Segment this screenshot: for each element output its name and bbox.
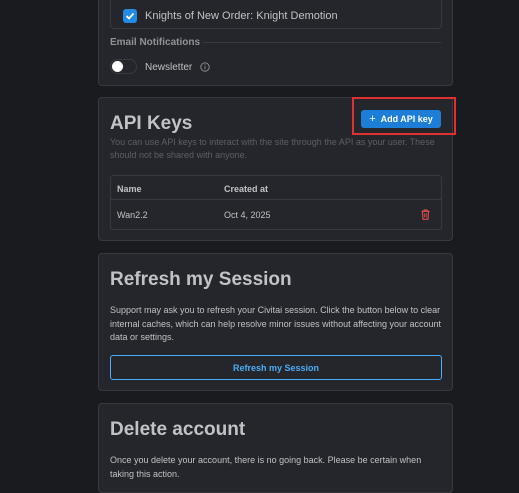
column-header-created-at: Created at xyxy=(224,184,269,194)
api-key-created-at: Oct 4, 2025 xyxy=(224,210,271,220)
notification-list: Knights of New Order: Knight Demotion xyxy=(110,0,442,29)
divider xyxy=(203,42,441,43)
newsletter-toggle[interactable] xyxy=(110,59,137,74)
notifications-card: Knights of New Order: Knight Demotion Em… xyxy=(98,0,453,86)
email-notifications-heading: Email Notifications xyxy=(110,37,201,48)
refresh-session-title: Refresh my Session xyxy=(110,269,292,290)
api-key-name: Wan2.2 xyxy=(117,210,148,220)
refresh-session-button[interactable]: Refresh my Session xyxy=(110,355,442,380)
check-icon xyxy=(125,12,135,20)
delete-account-card: Delete account Once you delete your acco… xyxy=(98,403,453,493)
refresh-session-description: Support may ask you to refresh your Civi… xyxy=(110,305,442,342)
api-keys-title: API Keys xyxy=(110,113,193,134)
knight-demotion-checkbox[interactable] xyxy=(123,9,137,23)
add-api-key-highlight xyxy=(352,97,456,135)
api-keys-description: You can use API keys to interact with th… xyxy=(110,137,435,160)
info-icon[interactable] xyxy=(200,62,210,72)
trash-icon[interactable] xyxy=(421,209,430,220)
column-header-name: Name xyxy=(117,184,142,194)
newsletter-label: Newsletter xyxy=(145,62,193,73)
table-divider xyxy=(111,199,441,200)
delete-account-description: Once you delete your account, there is n… xyxy=(110,455,422,479)
knight-demotion-label: Knights of New Order: Knight Demotion xyxy=(145,10,338,22)
refresh-session-card: Refresh my Session Support may ask you t… xyxy=(98,253,453,391)
toggle-knob xyxy=(112,61,123,72)
api-keys-table: Name Created at Wan2.2 Oct 4, 2025 xyxy=(110,175,442,230)
delete-account-title: Delete account xyxy=(110,419,246,440)
